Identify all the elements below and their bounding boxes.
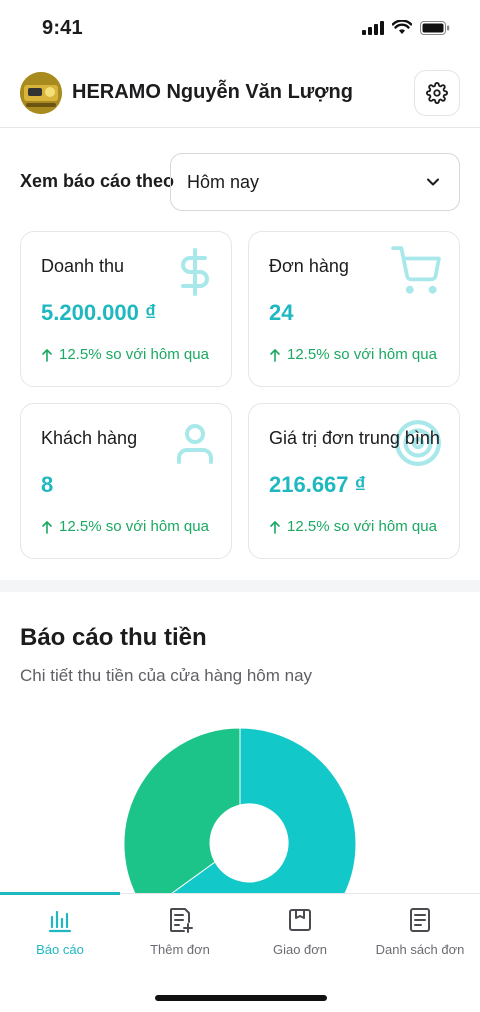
stat-card-change-text: 12.5% so với hôm qua — [59, 518, 209, 535]
tab-reports[interactable]: Báo cáo — [0, 894, 120, 974]
tab-label: Báo cáo — [36, 942, 84, 957]
stat-card-change-text: 12.5% so với hôm qua — [287, 346, 437, 363]
section-title: Báo cáo thu tiền — [20, 624, 207, 651]
period-select-value: Hôm nay — [187, 171, 260, 192]
status-icons — [362, 20, 450, 35]
section-subtitle: Chi tiết thu tiền của cửa hàng hôm nay — [20, 666, 313, 685]
arrow-up-icon — [270, 520, 280, 534]
stat-card-title: Doanh thu — [41, 256, 125, 276]
stat-card-change: 12.5% so với hôm qua — [269, 518, 437, 535]
stat-card-title: Đơn hàng — [269, 256, 349, 276]
header: HERAMO Nguyễn Văn Lượng — [0, 66, 480, 128]
tab-delivery[interactable]: Giao đơn — [240, 894, 360, 974]
arrow-up-icon — [42, 348, 52, 362]
shop-name: HERAMO Nguyễn Văn Lượng — [72, 81, 353, 103]
order-list-icon — [410, 908, 430, 932]
gear-icon — [426, 82, 448, 104]
donut-slice-secondary — [123, 727, 241, 894]
stat-card-title: Giá trị đơn trung bình — [269, 428, 440, 448]
settings-button[interactable] — [414, 70, 460, 116]
signal-icon — [362, 20, 384, 35]
home-indicator — [155, 995, 327, 1001]
stat-card-change: 12.5% so với hôm qua — [41, 346, 209, 363]
stat-card-revenue[interactable]: Doanh thu 5.200.000 ₫ 12.5% so với hôm q… — [20, 231, 232, 387]
section-divider — [0, 580, 480, 592]
dollar-icon — [181, 248, 209, 296]
avatar[interactable] — [20, 72, 62, 114]
stat-card-value: 24 — [269, 300, 294, 325]
stat-card-value: 5.200.000 ₫ — [41, 300, 157, 325]
stat-card-change: 12.5% so với hôm qua — [269, 346, 437, 363]
tab-order-list[interactable]: Danh sách đơn — [360, 894, 480, 974]
arrow-up-icon — [270, 348, 280, 362]
tab-label: Thêm đơn — [150, 942, 210, 957]
bar-chart-icon — [48, 910, 72, 933]
stat-card-average-order[interactable]: Giá trị đơn trung bình 216.667 ₫ 12.5% s… — [248, 403, 460, 559]
wifi-icon — [392, 20, 412, 34]
stat-card-title: Khách hàng — [41, 428, 138, 448]
package-icon — [289, 909, 311, 931]
stat-card-value: 216.667 ₫ — [269, 472, 366, 497]
battery-icon — [420, 20, 450, 35]
user-icon — [177, 424, 213, 464]
period-select[interactable]: Hôm nay — [170, 153, 460, 211]
status-bar: 9:41 — [0, 0, 480, 56]
tab-add-order[interactable]: Thêm đơn — [120, 894, 240, 974]
stat-card-change-text: 12.5% so với hôm qua — [287, 518, 437, 535]
stat-card-orders[interactable]: Đơn hàng 24 12.5% so với hôm qua — [248, 231, 460, 387]
tab-label: Danh sách đơn — [375, 942, 465, 957]
stat-card-change-text: 12.5% so với hôm qua — [59, 346, 209, 363]
chevron-down-icon — [427, 178, 439, 186]
stat-card-change: 12.5% so với hôm qua — [41, 518, 209, 535]
cart-icon — [391, 246, 441, 294]
stat-card-customers[interactable]: Khách hàng 8 12.5% so với hôm qua — [20, 403, 232, 559]
arrow-up-icon — [42, 520, 52, 534]
add-order-icon — [170, 908, 193, 933]
filter-label: Xem báo cáo theo — [20, 171, 175, 191]
stat-card-value: 8 — [41, 472, 54, 497]
payment-donut-chart — [0, 700, 480, 894]
status-time: 9:41 — [42, 17, 83, 39]
tab-label: Giao đơn — [272, 942, 328, 957]
bottom-tab-bar: Báo cáo Thêm đơn Giao đơn Danh sách đơn — [0, 892, 480, 1012]
